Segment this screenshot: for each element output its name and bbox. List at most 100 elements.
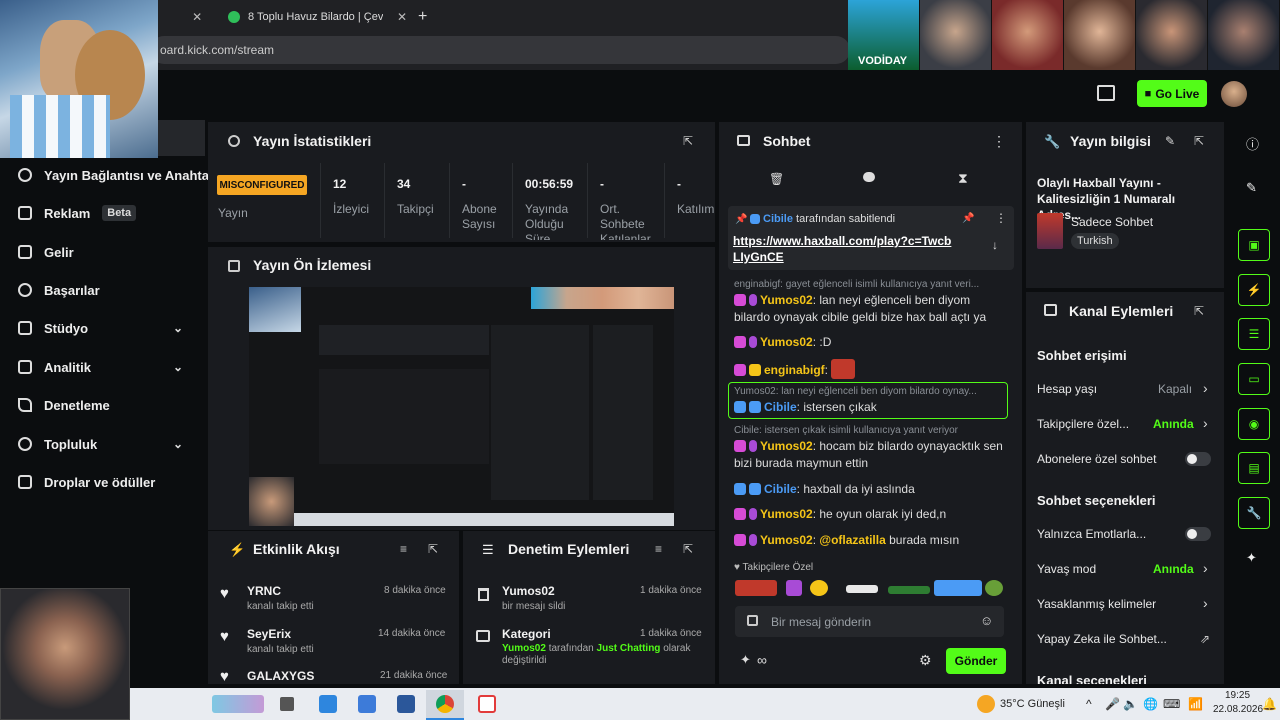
chat-message[interactable]: Cibile: haxball da iyi aslında (734, 481, 1004, 498)
chevron-right-icon[interactable]: › (1203, 560, 1208, 576)
chat-message[interactable]: Yumos02: :D (734, 334, 1004, 351)
sidebar-item-analytics[interactable]: Analitik ⌄ (18, 356, 208, 378)
lightning-icon[interactable]: ⚡ (1238, 274, 1270, 306)
store-icon[interactable] (358, 695, 376, 713)
edit-icon[interactable]: ✎ (1165, 134, 1175, 148)
notification-icon[interactable]: 🔔 (1262, 697, 1277, 711)
chat-message[interactable]: Cibile: istersen çıkak (734, 399, 1004, 416)
activity-user[interactable]: GALAXYGS (247, 669, 314, 683)
globe-icon[interactable]: 🌐 (1143, 697, 1158, 711)
close-tab-icon[interactable]: ✕ (192, 10, 202, 24)
go-live-button[interactable]: ■ Go Live (1137, 80, 1207, 107)
sidebar-item-community[interactable]: Topluluk ⌄ (18, 433, 208, 455)
emote-only-toggle[interactable] (1185, 527, 1211, 541)
chat-username[interactable]: Yumos02 (760, 533, 813, 547)
moderation-user[interactable]: Yumos02 (502, 584, 555, 598)
chevron-right-icon[interactable]: › (1203, 380, 1208, 396)
filter-icon[interactable]: ≡ (655, 542, 662, 556)
emote-image[interactable] (786, 580, 802, 596)
cast-icon[interactable] (1097, 85, 1115, 101)
category-name[interactable]: Just Chatting (597, 643, 661, 654)
info-icon[interactable]: ⓘ (1246, 134, 1259, 153)
task-view-icon[interactable] (280, 697, 294, 711)
chat-message-input[interactable]: Bir mesaj gönderin (735, 606, 1004, 637)
chat-bubble-icon[interactable] (863, 172, 875, 182)
infinity-icon[interactable]: ∞ (757, 652, 767, 668)
sidebar-item-drops[interactable]: Droplar ve ödüller (18, 471, 208, 493)
emote-image[interactable] (735, 580, 777, 596)
more-options-icon[interactable]: ⋮ (995, 211, 1007, 225)
actor-name[interactable]: Yumos02 (502, 643, 546, 654)
hourglass-icon[interactable]: ⧗ (958, 170, 968, 187)
pinned-link[interactable]: https://www.haxball.com/play?c=TwcbLIyGn… (733, 233, 953, 265)
subs-only-toggle[interactable] (1185, 452, 1211, 466)
avatar[interactable] (1221, 81, 1247, 107)
sidebar-item-revenue[interactable]: Gelir (18, 241, 208, 263)
external-link-icon[interactable]: ⇗ (1200, 632, 1210, 646)
new-tab-button[interactable]: + (418, 4, 427, 30)
emote-image[interactable] (985, 580, 1003, 596)
chat-message[interactable]: Yumos02: @oflazatilla burada mısın (734, 532, 1004, 549)
expand-icon[interactable]: ⇱ (1194, 134, 1204, 148)
chat-icon[interactable]: ▭ (1238, 363, 1270, 395)
word-icon[interactable] (397, 695, 415, 713)
expand-icon[interactable]: ⇱ (428, 542, 438, 556)
send-button[interactable]: Gönder (946, 648, 1006, 674)
account-age-value[interactable]: Kapalı (1158, 382, 1192, 396)
category-name[interactable]: Sadece Sohbet (1071, 215, 1153, 229)
chrome-icon[interactable] (436, 695, 454, 713)
edit-icon[interactable]: ✎ (1246, 180, 1257, 196)
banned-words-label[interactable]: Yasaklanmış kelimeler (1037, 597, 1156, 611)
activity-user[interactable]: SeyErix (247, 627, 291, 641)
filter-icon[interactable]: ≡ (400, 542, 407, 556)
list-icon[interactable]: ☰ (1238, 318, 1270, 350)
chat-message[interactable]: enginabigf: (734, 359, 1004, 379)
emote-image[interactable] (810, 580, 828, 596)
chat-message[interactable]: Yumos02: lan neyi eğlenceli ben diyom bi… (734, 292, 1004, 326)
weather-text[interactable]: 35°C Güneşli (1000, 698, 1065, 710)
more-options-icon[interactable]: ⋮ (992, 133, 1006, 150)
sidebar-item-studio[interactable]: Stüdyo ⌄ (18, 317, 208, 339)
chat-username[interactable]: Cibile (764, 482, 797, 496)
wrench-icon[interactable]: 🔧 (1238, 497, 1270, 529)
followers-only-value[interactable]: Anında (1153, 417, 1194, 431)
wifi-icon[interactable]: 📶 (1188, 697, 1203, 711)
gear-icon[interactable]: ⚙ (919, 652, 932, 669)
activity-user[interactable]: YRNC (247, 584, 281, 598)
mic-icon[interactable]: 🎤 (1105, 697, 1120, 711)
close-tab-icon[interactable]: ✕ (397, 10, 407, 24)
sidebar-item-achievements[interactable]: Başarılar (18, 279, 208, 301)
sidebar-active-item[interactable] (155, 120, 205, 156)
browser-tab-2[interactable]: 8 Toplu Havuz Bilardo | Çevrim ✕ (228, 4, 407, 30)
tag-chip[interactable]: Turkish (1071, 233, 1119, 249)
pinned-user[interactable]: Cibile (763, 213, 793, 225)
emoji-icon[interactable]: ☺ (980, 613, 993, 628)
emote-image[interactable] (934, 580, 982, 596)
unpin-icon[interactable]: 📌 (962, 213, 974, 224)
expand-icon[interactable]: ⇱ (1194, 304, 1204, 318)
acrobat-icon[interactable] (478, 695, 496, 713)
expand-icon[interactable]: ⇱ (683, 134, 693, 148)
chevron-right-icon[interactable]: › (1203, 595, 1208, 611)
sidebar-item-stream-key[interactable]: Yayın Bağlantısı ve Anahtar (18, 164, 208, 186)
sidebar-item-moderation[interactable]: Denetleme (18, 394, 208, 416)
widgets-icon[interactable] (212, 695, 264, 713)
chat-username[interactable]: Yumos02 (760, 335, 813, 349)
chevron-up-icon[interactable]: ^ (1086, 697, 1092, 711)
clock-date[interactable]: 22.08.2026 (1213, 704, 1263, 715)
chevron-right-icon[interactable]: › (1203, 415, 1208, 431)
chat-username[interactable]: Yumos02 (760, 293, 813, 307)
sparkle-icon[interactable]: ✦ (740, 652, 751, 668)
sidebar-item-ads[interactable]: Reklam Beta (18, 202, 208, 224)
chat-message[interactable]: Yumos02: he oyun olarak iyi ded,n (734, 506, 1004, 523)
expand-icon[interactable]: ⇱ (683, 542, 693, 556)
address-bar[interactable]: oard.kick.com/stream (150, 36, 850, 64)
chat-username[interactable]: Yumos02 (760, 439, 813, 453)
channel-icon[interactable]: ▤ (1238, 452, 1270, 484)
clock-time[interactable]: 19:25 (1225, 690, 1250, 701)
chat-username[interactable]: enginabigf (764, 363, 825, 377)
stream-preview-video[interactable] (249, 287, 674, 526)
broadcast-icon[interactable]: ◉ (1238, 408, 1270, 440)
chat-message[interactable]: Yumos02: hocam biz bilardo oynayacktık s… (734, 438, 1004, 472)
emote-image[interactable] (888, 586, 930, 594)
